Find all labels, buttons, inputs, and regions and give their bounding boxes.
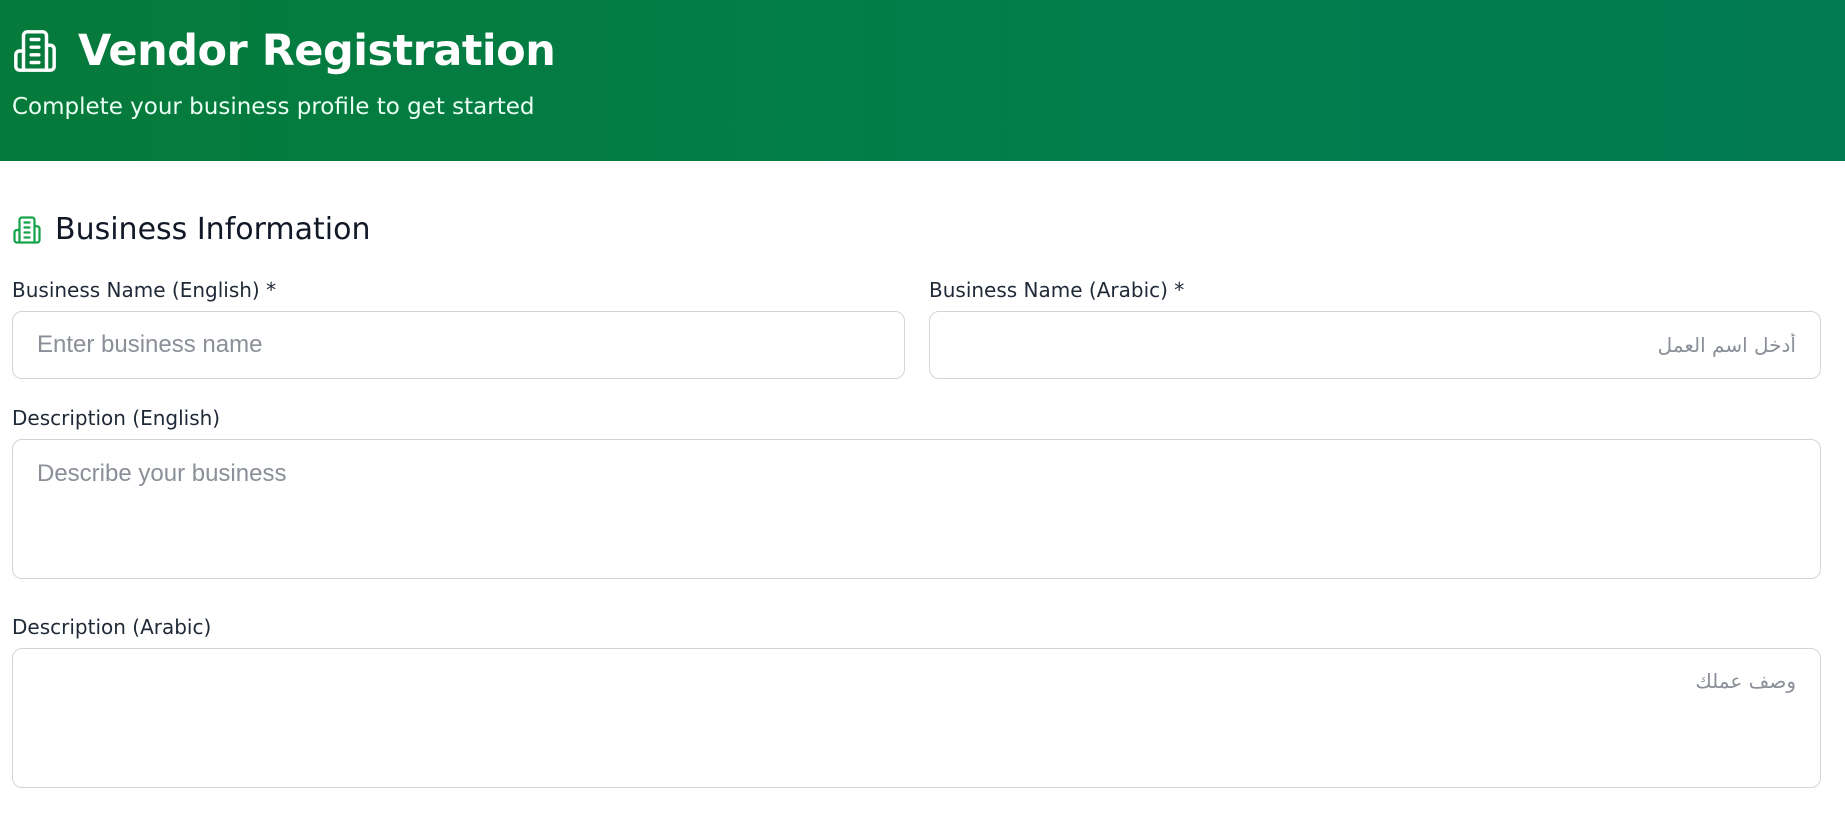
building-icon bbox=[13, 216, 41, 244]
page-title: Vendor Registration bbox=[78, 26, 556, 76]
page-header: Vendor Registration Complete your busine… bbox=[0, 0, 1845, 161]
description-english-textarea[interactable] bbox=[12, 439, 1821, 579]
business-name-arabic-label: Business Name (Arabic) * bbox=[929, 278, 1185, 302]
business-name-english-input[interactable] bbox=[12, 311, 905, 379]
business-name-english-label: Business Name (English) * bbox=[12, 278, 277, 302]
building-icon bbox=[14, 30, 56, 72]
business-name-arabic-input[interactable] bbox=[929, 311, 1821, 379]
description-english-label: Description (English) bbox=[12, 406, 221, 430]
description-arabic-textarea[interactable] bbox=[12, 648, 1821, 788]
section-heading: Business Information bbox=[12, 210, 370, 250]
section-title: Business Information bbox=[55, 212, 371, 247]
header-title-row: Vendor Registration bbox=[12, 20, 556, 82]
page-subtitle: Complete your business profile to get st… bbox=[12, 94, 535, 120]
description-arabic-label: Description (Arabic) bbox=[12, 615, 212, 639]
